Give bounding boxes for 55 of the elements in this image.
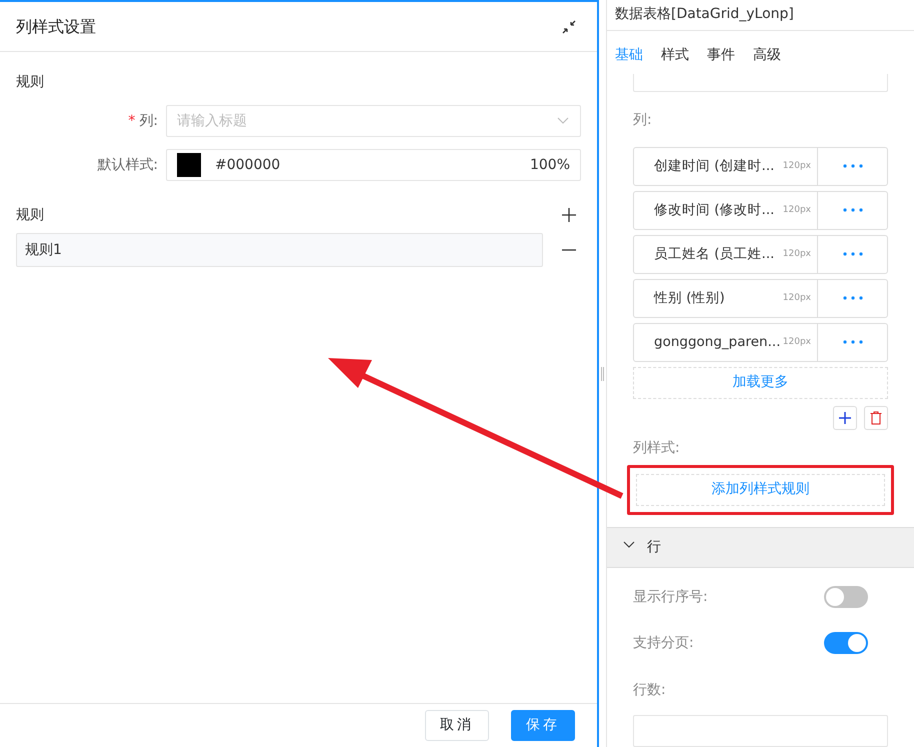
plus-icon bbox=[839, 412, 851, 424]
color-field[interactable]: #000000 100% bbox=[166, 149, 581, 181]
input-field[interactable] bbox=[633, 74, 888, 92]
section-header[interactable]: 行 bbox=[607, 526, 914, 568]
more-icon bbox=[842, 208, 862, 212]
more-icon bbox=[842, 340, 862, 344]
field-label: 列样式: bbox=[633, 438, 681, 458]
tab[interactable]: 样式 bbox=[661, 44, 689, 66]
cancel-button[interactable]: 取消 bbox=[425, 710, 489, 741]
column-item[interactable]: 性别 (性别) 120px bbox=[633, 278, 888, 318]
tab[interactable]: 高级 bbox=[753, 44, 781, 66]
resize-handle[interactable] bbox=[601, 366, 604, 380]
column-width: 120px bbox=[782, 248, 812, 261]
trash-icon bbox=[870, 410, 882, 425]
more-icon bbox=[842, 164, 862, 168]
column-select[interactable]: 请输入标题 bbox=[166, 105, 581, 137]
field-label: 列: bbox=[139, 112, 158, 128]
field-label: 列: bbox=[633, 110, 653, 130]
field-label: 默认样式: bbox=[97, 156, 158, 172]
rule-item[interactable]: 规则1 bbox=[16, 233, 543, 267]
plus-icon bbox=[562, 208, 576, 222]
section-title: 行 bbox=[647, 538, 661, 557]
minus-icon bbox=[562, 249, 576, 251]
column-name: 创建时间 (创建时... bbox=[654, 157, 774, 176]
delete-button[interactable] bbox=[864, 406, 888, 430]
field-label: 行数: bbox=[633, 681, 667, 700]
column-width: 120px bbox=[782, 336, 812, 349]
column-name: 性别 (性别) bbox=[654, 289, 725, 308]
column-width: 120px bbox=[782, 204, 812, 217]
column-name: 修改时间 (修改时... bbox=[654, 201, 774, 220]
switch-label: 支持分页: bbox=[633, 634, 694, 652]
toggle-switch[interactable] bbox=[824, 632, 868, 654]
more-icon bbox=[842, 252, 862, 256]
section-title: 规则 bbox=[16, 73, 45, 92]
column-item[interactable]: 修改时间 (修改时... 120px bbox=[633, 190, 888, 230]
required-mark: * bbox=[128, 112, 136, 128]
switch-label: 显示行序号: bbox=[633, 588, 708, 606]
collapse-icon bbox=[562, 20, 576, 34]
toggle-switch[interactable] bbox=[824, 586, 868, 608]
section-title: 规则 bbox=[16, 206, 44, 224]
chevron-down-icon bbox=[557, 117, 569, 125]
column-name: 员工姓名 (员工姓... bbox=[654, 245, 774, 264]
column-width: 120px bbox=[782, 292, 812, 305]
more-icon bbox=[842, 296, 862, 300]
opacity-value: 100% bbox=[530, 156, 570, 174]
panel-title: 数据表格[DataGrid_yLonp] bbox=[615, 5, 794, 24]
column-name: gonggong_paren... bbox=[654, 333, 780, 352]
column-item[interactable]: 创建时间 (创建时... 120px bbox=[633, 146, 888, 186]
column-item[interactable]: 员工姓名 (员工姓... 120px bbox=[633, 234, 888, 274]
add-column-button[interactable] bbox=[833, 406, 857, 430]
tab[interactable]: 事件 bbox=[707, 44, 735, 66]
column-width: 120px bbox=[782, 160, 812, 173]
color-value: #000000 bbox=[215, 156, 280, 174]
input-field[interactable] bbox=[633, 715, 888, 747]
dialog-title: 列样式设置 bbox=[16, 16, 96, 38]
